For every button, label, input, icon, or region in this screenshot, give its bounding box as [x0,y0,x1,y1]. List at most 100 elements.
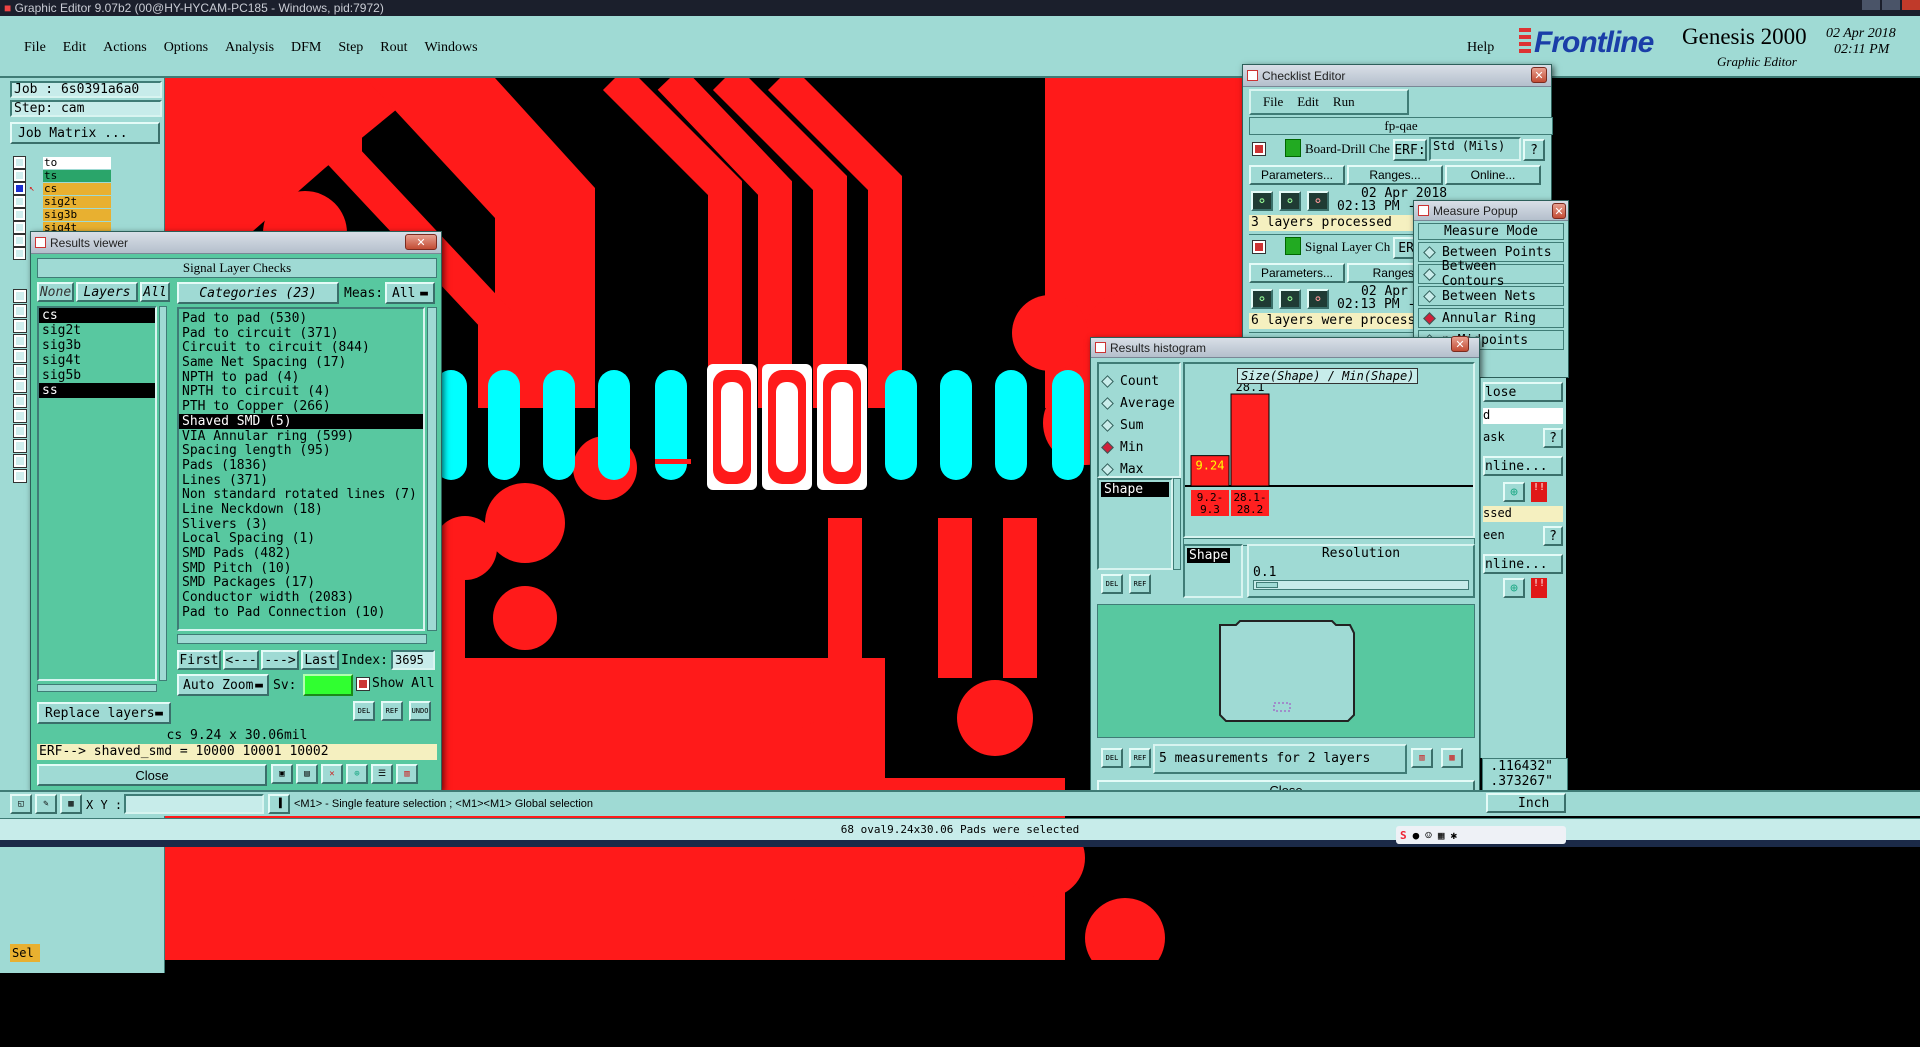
aggregate-mode-item[interactable]: Min [1099,436,1179,458]
category-item[interactable]: Local Spacing (1) [179,531,423,546]
zoom-icon[interactable]: ⊕ [1503,482,1525,502]
category-hscrollbar[interactable] [177,634,427,644]
replace-layers-select[interactable]: Replace layers ▬ [37,702,171,724]
minimize-icon[interactable] [1862,0,1880,10]
checklist-menu-file[interactable]: File [1263,94,1283,110]
measure-titlebar[interactable]: Measure Popup ✕ [1414,201,1568,221]
category-item[interactable]: SMD Packages (17) [179,575,423,591]
layer-row[interactable]: ↖ cs [13,182,132,195]
measure-mode-item[interactable]: Between Nets [1418,286,1564,306]
chart-icon[interactable]: ▥ [396,764,418,784]
layer-name[interactable]: sig2t [43,195,111,208]
shape-list[interactable]: Shape [1183,544,1243,598]
layer-name[interactable]: ts [43,169,111,182]
menu-step[interactable]: Step [338,40,363,56]
results-viewer-titlebar[interactable]: Results viewer ✕ [31,232,441,254]
resolution-slider[interactable] [1253,580,1469,590]
results-close-button[interactable]: Close [37,764,267,786]
layer-row[interactable]: sig3b [13,208,132,221]
check-erf-button[interactable]: ERF: [1393,139,1427,161]
category-item[interactable]: Conductor width (2083) [179,590,423,605]
preview-ref-icon-button[interactable]: REF [1129,748,1151,768]
hist-table-icon[interactable]: ▦ [1441,748,1463,768]
attribute-scrollbar[interactable] [1173,478,1181,570]
menu-options[interactable]: Options [164,40,208,56]
run-step-icon[interactable]: ✪ [1279,289,1301,309]
layer-name[interactable]: sig3b [43,208,111,221]
category-list[interactable]: Pad to pad (530) Pad to circuit (371) Circ… [177,307,425,631]
auto-zoom-select[interactable]: Auto Zoom ▬ [177,674,269,696]
radio-icon[interactable] [1101,418,1114,432]
category-item[interactable]: PTH to Copper (266) [179,399,423,414]
measure-mode-item[interactable]: Annular Ring [1418,308,1564,328]
check-ranges-button[interactable]: Ranges... [1347,165,1443,185]
job-matrix-button[interactable]: Job Matrix ... [10,122,160,144]
del-icon-button[interactable]: DEL [353,701,375,721]
shape-item[interactable]: Shape [1187,548,1231,563]
layer-name[interactable]: cs [43,182,111,195]
result-layer-item[interactable]: sig4t [39,353,155,368]
select-tool-icon[interactable]: ◱ [10,794,32,814]
check-online-button[interactable]: Online... [1445,165,1541,185]
category-item[interactable]: NPTH to circuit (4) [179,384,423,400]
last-button[interactable]: Last [301,650,339,670]
menu-analysis[interactable]: Analysis [225,40,274,56]
stop-icon[interactable]: ✪ [1307,289,1329,309]
results-layer-list[interactable]: cs sig2t sig3b sig4t sig5b ss [37,306,157,681]
cross-icon[interactable]: ✕ [321,764,343,784]
ref-icon-button[interactable]: REF [381,701,403,721]
layers-button[interactable]: Layers [76,282,138,302]
result-layer-item[interactable]: sig3b [39,338,155,353]
category-item[interactable]: Same Net Spacing (17) [179,355,423,370]
show-all-toggle[interactable]: Show All [356,676,435,691]
grid-tool-icon[interactable]: ▦ [60,794,82,814]
category-item[interactable]: Shaved SMD (5) [179,413,423,429]
radio-icon[interactable] [1423,245,1436,259]
alert-icon[interactable]: !! [1531,482,1547,502]
zoom-icon[interactable]: ⊕ [346,764,368,784]
menu-rout[interactable]: Rout [380,40,407,56]
aggregate-mode-item[interactable]: Max [1099,458,1179,480]
menu-actions[interactable]: Actions [103,40,147,56]
category-item[interactable]: VIA Annular ring (599) [179,429,423,444]
index-field[interactable]: 3695 [391,650,435,670]
radio-icon[interactable] [1423,311,1436,325]
checklist-menu-run[interactable]: Run [1333,94,1355,110]
layer-checkbox[interactable] [13,156,26,169]
check-parameters-button[interactable]: Parameters... [1249,165,1345,185]
layer-checkbox[interactable] [13,182,26,195]
attribute-list[interactable]: Shape [1097,478,1173,570]
check-enable-checkbox[interactable] [1252,142,1266,156]
draw-tool-icon[interactable]: ✎ [35,794,57,814]
histogram-chart[interactable]: 9.249.2-9.328.128.1-28.2 [1185,384,1473,534]
run-step-icon[interactable]: ✪ [1279,191,1301,211]
aggregate-mode-item[interactable]: Sum [1099,414,1179,436]
radio-icon[interactable] [1101,462,1114,476]
slider-handle[interactable] [1256,582,1278,588]
menu-windows[interactable]: Windows [425,40,478,56]
layer-checkbox[interactable] [13,221,26,234]
check-parameters-button[interactable]: Parameters... [1249,263,1345,283]
categories-button[interactable]: Categories (23) [177,282,339,304]
attribute-item[interactable]: Shape [1101,482,1169,497]
alert-icon-2[interactable]: !! [1531,578,1547,598]
meas-select[interactable]: All ▬ [385,282,435,304]
category-item[interactable]: Pad to pad (530) [179,311,423,326]
run-icon[interactable]: ✪ [1251,289,1273,309]
category-item[interactable]: Pad to circuit (371) [179,326,423,341]
highlight-icon[interactable]: ▣ [271,764,293,784]
keyboard-icon[interactable]: ▦ [1438,829,1445,842]
sv-color-select[interactable] [303,674,353,696]
zoom-icon-2[interactable]: ⊕ [1503,578,1525,598]
close-icon[interactable]: ✕ [1531,67,1547,83]
xy-input[interactable] [124,794,264,814]
partial-close-button[interactable]: lose [1483,382,1563,402]
layer-name[interactable]: to [43,156,111,169]
run-icon[interactable]: ✪ [1251,191,1273,211]
checklist-menu-edit[interactable]: Edit [1297,94,1319,110]
histogram-bar[interactable] [1230,393,1270,487]
layer-checkbox[interactable] [13,247,26,260]
preview-del-icon-button[interactable]: DEL [1101,748,1123,768]
category-item[interactable]: Pad to Pad Connection (10) [179,605,423,620]
menu-edit[interactable]: Edit [63,40,86,56]
